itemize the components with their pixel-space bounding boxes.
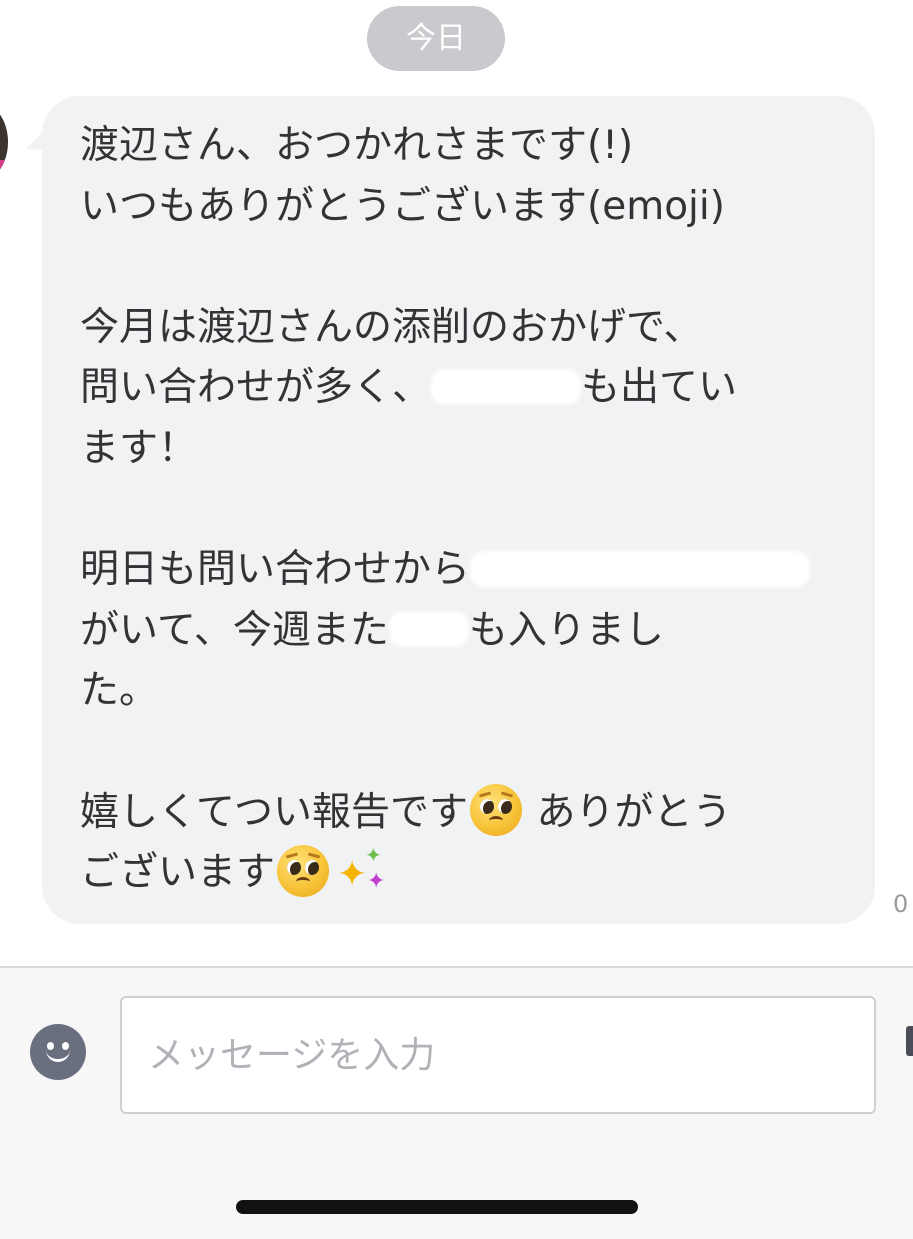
message-timestamp: 0 — [893, 890, 909, 918]
message-text: 嬉しくてつい報告です — [80, 789, 469, 835]
message-line: 問い合わせが多く、 も出てい — [80, 358, 845, 419]
message-text: も出てい — [581, 365, 738, 411]
date-separator: 今日 — [367, 6, 505, 71]
pleading-face-icon — [277, 844, 330, 897]
message-text: がいて、今週また — [80, 607, 389, 653]
chat-screen: 今日 渡辺さん、おつかれさまです(!) いつもありがとうございます(emoji)… — [0, 0, 913, 1239]
pleading-face-icon — [470, 784, 523, 837]
home-indicator[interactable] — [236, 1200, 638, 1214]
message-line: 渡辺さん、おつかれさまです(!) — [80, 123, 634, 168]
message-text: 問い合わせが多く、 — [80, 365, 432, 411]
send-icon[interactable] — [906, 1026, 913, 1056]
message-text: も入りまし — [468, 607, 664, 653]
message-line: いつもありがとうございます(emoji) — [80, 183, 725, 229]
message-line: がいて、今週また も入りまし — [80, 601, 845, 662]
message-list[interactable]: 今日 渡辺さん、おつかれさまです(!) いつもありがとうございます(emoji)… — [0, 0, 913, 966]
sparkles-icon: ✦ ✦ ✦ — [337, 842, 386, 895]
message-text: ありがとう — [536, 789, 732, 835]
message-line: 今月は渡辺さんの添削のおかげで、 — [80, 304, 703, 350]
message-line: 明日も問い合わせから — [80, 540, 845, 601]
message-input[interactable] — [120, 996, 876, 1114]
message-bubble[interactable]: 渡辺さん、おつかれさまです(!) いつもありがとうございます(emoji) 今月… — [42, 96, 875, 924]
message-line: ます！ — [80, 425, 198, 471]
message-line: 嬉しくてつい報告です ありがとう — [80, 783, 845, 844]
redacted-block — [431, 368, 582, 405]
message-line: ございます ✦ ✦ ✦ — [80, 843, 845, 904]
redacted-block — [388, 611, 469, 648]
smiley-icon[interactable] — [30, 1024, 86, 1080]
composer-bar — [0, 966, 913, 1239]
message-text: ございます — [80, 850, 276, 896]
sender-avatar[interactable] — [0, 104, 8, 180]
message-text: 明日も問い合わせから — [80, 547, 471, 593]
message-line: た。 — [80, 668, 159, 714]
redacted-block — [470, 550, 811, 587]
